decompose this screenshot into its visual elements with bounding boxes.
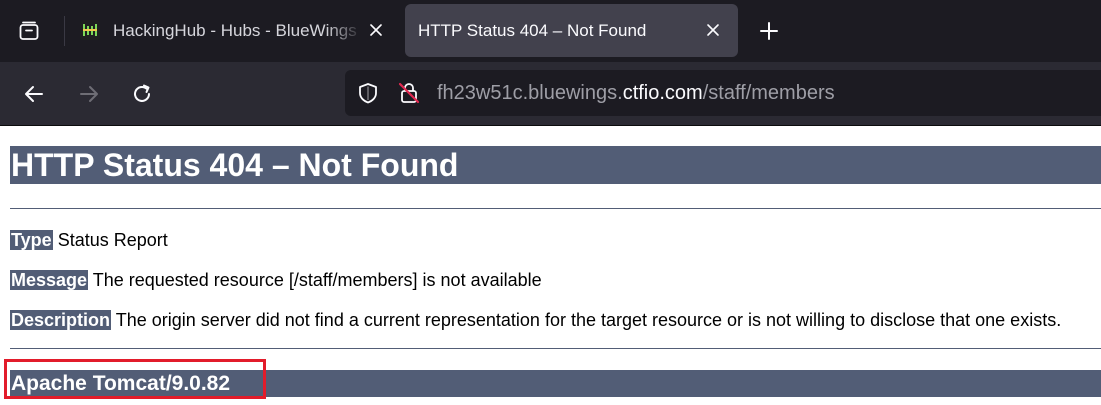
tab-bar: HackingHub - Hubs - BlueWings HTTP Statu…	[0, 0, 1101, 62]
hackinghub-favicon-icon	[80, 20, 100, 40]
url-path: /staff/members	[702, 82, 835, 104]
description-label: Description	[10, 310, 112, 330]
plus-icon	[760, 22, 778, 40]
description-value: The origin server did not find a current…	[111, 310, 1062, 330]
new-tab-button[interactable]	[752, 14, 786, 48]
reload-icon	[134, 84, 150, 102]
tab-title: HackingHub - Hubs - BlueWings	[113, 20, 357, 40]
type-row: Type Status Report	[10, 229, 168, 251]
reload-button[interactable]	[126, 78, 158, 110]
description-row: Description The origin server did not fi…	[10, 309, 1061, 331]
type-value: Status Report	[52, 230, 168, 250]
tab-http-status-404[interactable]: HTTP Status 404 – Not Found	[405, 4, 738, 57]
server-version: Apache Tomcat/9.0.82	[10, 370, 1101, 397]
forward-button[interactable]	[73, 78, 105, 110]
tracking-protection-shield-icon[interactable]	[357, 82, 379, 104]
tab-separator	[64, 16, 65, 46]
tab-overview-button[interactable]	[12, 14, 46, 48]
tab-hackinghub[interactable]: HackingHub - Hubs - BlueWings	[70, 4, 396, 57]
message-row: Message The requested resource [/staff/m…	[10, 269, 542, 291]
type-label: Type	[10, 230, 53, 250]
insecure-lock-icon[interactable]	[397, 81, 421, 105]
tab-title: HTTP Status 404 – Not Found	[418, 20, 647, 40]
divider	[10, 348, 1101, 349]
message-label: Message	[10, 270, 89, 290]
divider	[10, 208, 1101, 209]
close-tab-icon[interactable]	[366, 20, 386, 40]
url-domain: ctfio.com	[622, 82, 703, 104]
navigation-toolbar: fh23w51c.bluewings.ctfio.com/staff/membe…	[0, 62, 1101, 126]
message-value: The requested resource [/staff/members] …	[88, 270, 542, 290]
url-subdomain: fh23w51c.bluewings.	[437, 82, 623, 104]
tab-overview-icon	[19, 21, 39, 40]
page-title: HTTP Status 404 – Not Found	[10, 146, 1101, 184]
url-text[interactable]: fh23w51c.bluewings.ctfio.com/staff/membe…	[437, 82, 835, 105]
back-arrow-icon	[25, 86, 43, 102]
close-tab-icon[interactable]	[703, 20, 723, 40]
forward-arrow-icon	[80, 86, 98, 102]
page-content: HTTP Status 404 – Not Found Type Status …	[0, 127, 1101, 405]
address-bar[interactable]: fh23w51c.bluewings.ctfio.com/staff/membe…	[345, 70, 1101, 116]
back-button[interactable]	[18, 78, 50, 110]
